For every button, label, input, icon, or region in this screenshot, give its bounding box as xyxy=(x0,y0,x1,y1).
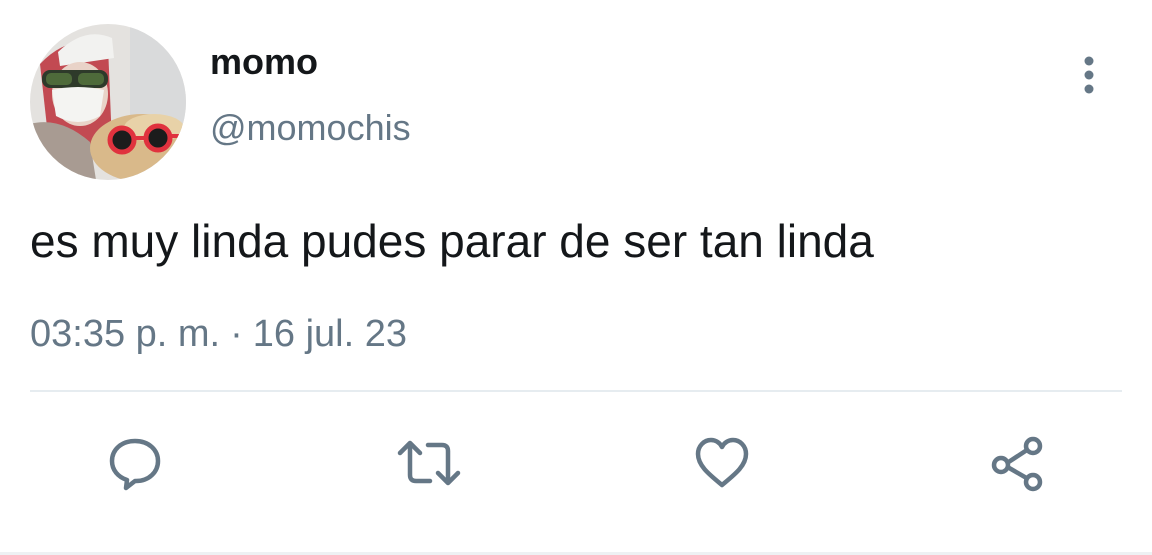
speech-bubble-icon xyxy=(109,438,161,491)
retweet-button[interactable] xyxy=(394,428,464,498)
reply-button[interactable] xyxy=(100,428,170,498)
separator-dot: · xyxy=(230,313,243,355)
like-button[interactable] xyxy=(687,428,757,498)
tweet-text: es muy linda pudes parar de ser tan lind… xyxy=(30,215,874,267)
avatar[interactable] xyxy=(30,24,186,180)
tweet-date: 16 jul. 23 xyxy=(252,313,408,355)
divider xyxy=(30,390,1122,392)
more-options-button[interactable] xyxy=(1070,52,1108,98)
heart-icon xyxy=(695,437,749,488)
vertical-ellipsis-icon xyxy=(1084,56,1094,94)
tweet-time: 03:35 p. m. xyxy=(30,313,221,355)
user-handle[interactable]: @momochis xyxy=(210,106,411,150)
avatar-photo xyxy=(30,24,186,180)
share-icon xyxy=(991,436,1043,492)
share-button[interactable] xyxy=(982,428,1052,498)
display-name[interactable]: momo xyxy=(210,40,318,84)
tweet-timestamp[interactable]: 03:35 p. m. · 16 jul. 23 xyxy=(30,311,407,357)
retweet-icon xyxy=(397,440,461,486)
